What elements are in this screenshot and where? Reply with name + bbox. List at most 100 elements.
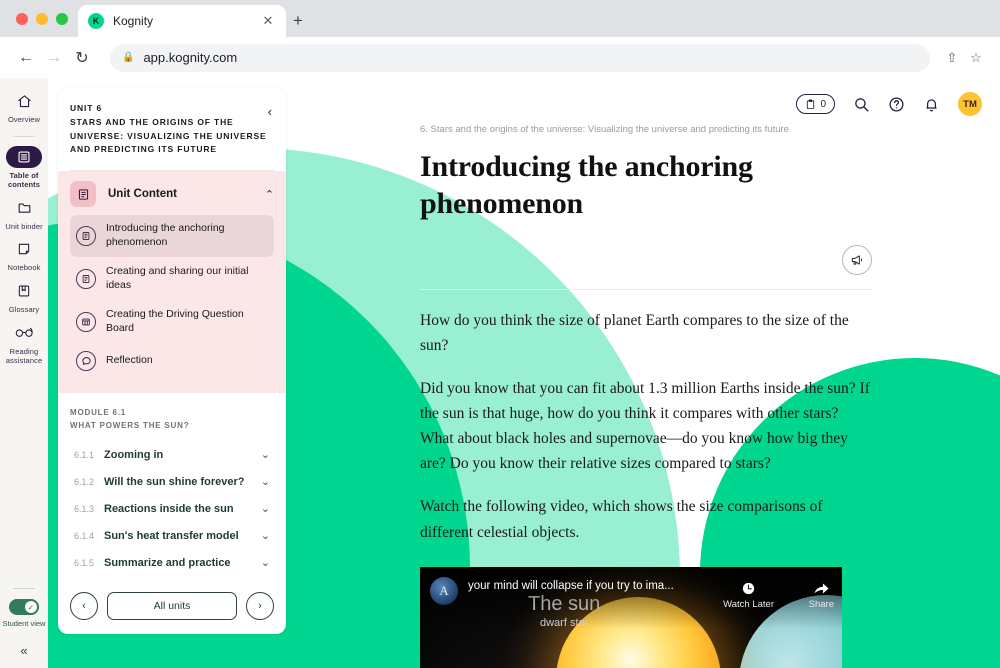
chevron-up-icon[interactable]: ⌃ xyxy=(265,188,274,201)
lock-icon: 🔒 xyxy=(122,52,135,63)
forward-icon[interactable]: → xyxy=(40,44,68,72)
breadcrumb: 6. Stars and the origins of the universe… xyxy=(420,124,789,135)
back-icon[interactable]: ← xyxy=(12,44,40,72)
toc-header: UNIT 6 STARS AND THE ORIGINS OF THE UNIV… xyxy=(58,88,286,170)
module-number: MODULE 6.1 xyxy=(70,407,127,417)
notebook-icon xyxy=(7,238,41,260)
unit-content-header[interactable]: Unit Content ⌃ xyxy=(70,181,274,208)
module-item-label: Will the sun shine forever? xyxy=(104,475,245,488)
address-bar-url: app.kognity.com xyxy=(143,50,238,65)
list-item[interactable]: Reflection xyxy=(70,344,274,378)
module-item[interactable]: 6.1.4 Sun's heat transfer model ⌄ xyxy=(70,522,274,549)
video-share-button[interactable]: Share xyxy=(809,581,834,610)
list-item-label: Creating and sharing our initial ideas xyxy=(106,264,249,291)
clipboard-icon xyxy=(807,98,815,109)
sidebar-label-glossary: Glossary xyxy=(8,304,40,314)
help-icon[interactable] xyxy=(888,96,905,113)
announcement-row xyxy=(420,244,1000,275)
sidebar-label-notebook: Notebook xyxy=(7,263,41,273)
browser-tab[interactable]: K Kognity ✕ xyxy=(78,5,286,37)
list-item[interactable]: Introducing the anchoring phenomenon xyxy=(70,215,274,257)
paragraph: Watch the following video, which shows t… xyxy=(420,498,823,541)
sidebar-item-unit-binder[interactable]: Unit binder xyxy=(1,197,47,232)
sidebar-item-table-of-contents[interactable]: Table of contents xyxy=(1,145,47,190)
folder-icon xyxy=(7,197,41,219)
student-view-toggle[interactable]: ✓ xyxy=(9,599,39,616)
watch-later-label: Watch Later xyxy=(723,598,774,610)
module-item[interactable]: 6.1.3 Reactions inside the sun ⌄ xyxy=(70,495,274,522)
list-icon xyxy=(6,145,42,168)
module-item-number: 6.1.2 xyxy=(74,476,95,487)
comment-icon xyxy=(76,350,96,371)
notifications-bell-icon[interactable] xyxy=(923,96,940,113)
address-bar[interactable]: 🔒 app.kognity.com xyxy=(110,43,930,72)
all-units-button[interactable]: All units xyxy=(107,592,237,621)
book-icon xyxy=(7,280,41,302)
page-title: Introducing the anchoring phenomenon xyxy=(420,150,753,220)
collapse-rail-icon[interactable]: « xyxy=(20,643,27,658)
browser-toolbar: ← → ↻ 🔒 app.kognity.com ⇧ ☆ xyxy=(0,37,1000,78)
module-item-number: 6.1.4 xyxy=(74,530,95,541)
list-item[interactable]: Creating the Driving Question Board xyxy=(70,301,274,343)
module-item[interactable]: 6.1.5 Summarize and practice ⌄ xyxy=(70,549,274,576)
clock-icon xyxy=(742,582,755,594)
rail-bottom-group: ✓ Student view « xyxy=(0,588,48,658)
new-tab-button[interactable]: + xyxy=(293,12,303,29)
chevron-down-icon[interactable]: ⌄ xyxy=(261,502,270,515)
assignments-count: 0 xyxy=(820,98,826,110)
list-item-label: Reflection xyxy=(106,353,153,366)
home-icon xyxy=(7,90,41,112)
document-icon xyxy=(76,268,96,289)
unit-content-label: Unit Content xyxy=(108,188,177,201)
student-view-label: Student view xyxy=(2,619,46,629)
share-icon[interactable]: ⇧ xyxy=(940,46,964,70)
maximize-window-button[interactable] xyxy=(56,13,68,25)
search-icon[interactable] xyxy=(853,96,870,113)
paragraph: How do you think the size of planet Eart… xyxy=(420,311,849,354)
previous-unit-button[interactable]: ‹ xyxy=(70,592,98,621)
toc-header-text: UNIT 6 STARS AND THE ORIGINS OF THE UNIV… xyxy=(70,102,268,157)
sidebar-label-unit-binder: Unit binder xyxy=(5,221,43,231)
close-tab-icon[interactable]: ✕ xyxy=(260,13,276,29)
chevron-down-icon[interactable]: ⌄ xyxy=(261,556,270,569)
list-item-label: Introducing the anchoring phenomenon xyxy=(106,222,225,249)
toggle-knob-check-icon: ✓ xyxy=(25,601,37,614)
sidebar-item-glossary[interactable]: Glossary xyxy=(1,280,47,315)
watch-later-button[interactable]: Watch Later xyxy=(723,581,774,610)
document-icon xyxy=(76,226,96,247)
browser-tab-strip: K Kognity ✕ + xyxy=(0,0,1000,37)
sidebar-item-reading-assistance[interactable]: Reading assistance xyxy=(1,322,47,366)
unit-content-list: Introducing the anchoring phenomenon Cre… xyxy=(70,215,274,378)
share-label: Share xyxy=(808,598,834,610)
bookmark-star-icon[interactable]: ☆ xyxy=(964,46,988,70)
collapse-panel-icon[interactable]: ‹ xyxy=(268,102,272,157)
video-title[interactable]: your mind will collapse if you try to im… xyxy=(468,580,712,592)
sidebar-item-overview[interactable]: Overview xyxy=(1,90,47,125)
sidebar-label-overview: Overview xyxy=(7,115,41,124)
list-item[interactable]: Creating and sharing our initial ideas xyxy=(70,258,274,300)
module-item-label: Reactions inside the sun xyxy=(104,502,234,515)
share-arrow-icon xyxy=(814,583,829,594)
module-item-number: 6.1.3 xyxy=(74,503,95,514)
chevron-down-icon[interactable]: ⌄ xyxy=(261,529,270,542)
close-window-button[interactable] xyxy=(16,13,28,25)
megaphone-icon[interactable] xyxy=(842,244,872,275)
minimize-window-button[interactable] xyxy=(36,13,48,25)
assignments-badge[interactable]: 0 xyxy=(796,94,835,114)
unit-number: UNIT 6 xyxy=(70,103,103,113)
unit-title: STARS AND THE ORIGINS OF THE UNIVERSE: V… xyxy=(70,116,267,155)
window-traffic-lights xyxy=(16,13,68,25)
chevron-down-icon[interactable]: ⌄ xyxy=(261,448,270,461)
module-item[interactable]: 6.1.1 Zooming in ⌄ xyxy=(70,441,274,468)
chevron-down-icon[interactable]: ⌄ xyxy=(261,475,270,488)
reload-icon[interactable]: ↻ xyxy=(68,44,96,72)
table-of-contents-panel: UNIT 6 STARS AND THE ORIGINS OF THE UNIV… xyxy=(58,88,286,635)
content-divider xyxy=(420,288,872,290)
youtube-video-embed[interactable]: The sun dwarf star A your mind will coll… xyxy=(420,566,842,668)
video-channel-avatar[interactable]: A xyxy=(430,576,458,605)
sidebar-item-notebook[interactable]: Notebook xyxy=(1,238,47,273)
module-item[interactable]: 6.1.2 Will the sun shine forever? ⌄ xyxy=(70,468,274,495)
next-unit-button[interactable]: › xyxy=(246,592,274,621)
app-viewport: Overview Table of contents Unit binder N… xyxy=(0,78,1000,668)
avatar[interactable]: TM xyxy=(958,92,982,116)
